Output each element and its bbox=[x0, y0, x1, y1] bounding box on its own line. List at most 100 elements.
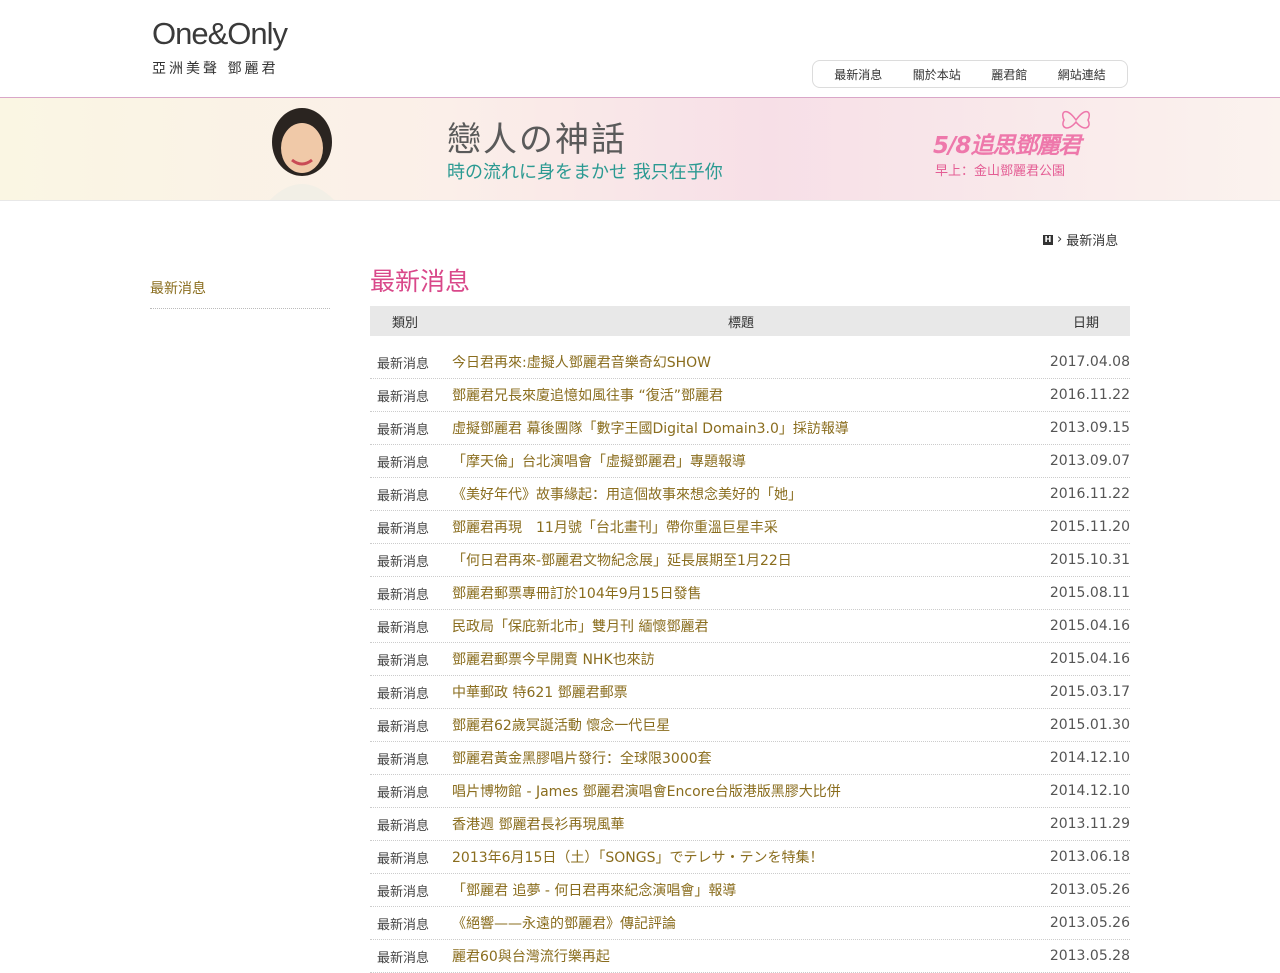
home-icon[interactable]: H bbox=[1043, 234, 1053, 245]
nav-news[interactable]: 最新消息 bbox=[834, 66, 882, 83]
table-row: 最新消息 鄧麗君再現 11月號「台北畫刊」帶你重溫巨星丰采 2015.11.20 bbox=[370, 511, 1130, 544]
row-date: 2015.03.17 bbox=[1049, 684, 1130, 700]
row-title-link[interactable]: 香港週 鄧麗君長衫再現風華 bbox=[452, 814, 1044, 834]
row-category: 最新消息 bbox=[377, 818, 430, 834]
row-date: 2014.12.10 bbox=[1049, 750, 1130, 766]
row-title-link[interactable]: 鄧麗君郵票專冊訂於104年9月15日發售 bbox=[452, 583, 1044, 603]
row-category: 最新消息 bbox=[377, 422, 430, 438]
row-category: 最新消息 bbox=[377, 389, 430, 405]
row-category: 最新消息 bbox=[377, 950, 430, 966]
row-date: 2015.11.20 bbox=[1049, 519, 1130, 535]
table-row: 最新消息 「摩天倫」台北演唱會「虛擬鄧麗君」專題報導 2013.09.07 bbox=[370, 445, 1130, 478]
nav-gallery[interactable]: 麗君館 bbox=[991, 66, 1027, 83]
row-category: 最新消息 bbox=[377, 851, 430, 867]
logo-text: One&Only bbox=[152, 16, 288, 51]
chevron-right-icon: › bbox=[1057, 232, 1063, 247]
table-row: 最新消息 香港週 鄧麗君長衫再現風華 2013.11.29 bbox=[370, 808, 1130, 841]
main-content: 最新消息 類別 標題 日期 最新消息 今日君再來:虛擬人鄧麗君音樂奇幻SHOW 20… bbox=[370, 262, 1130, 973]
nav-about[interactable]: 關於本站 bbox=[913, 66, 961, 83]
row-date: 2013.09.07 bbox=[1049, 453, 1130, 469]
row-date: 2016.11.22 bbox=[1049, 486, 1130, 502]
sidebar-item-news[interactable]: 最新消息 bbox=[150, 270, 330, 309]
row-title-link[interactable]: 鄧麗君黃金黑膠唱片發行：全球限3000套 bbox=[452, 748, 1044, 768]
header-date: 日期 bbox=[1072, 315, 1099, 331]
row-date: 2014.12.10 bbox=[1049, 783, 1130, 799]
table-row: 最新消息 鄧麗君郵票今早開賣 NHK也來訪 2015.04.16 bbox=[370, 643, 1130, 676]
row-category: 最新消息 bbox=[377, 917, 430, 933]
memorial-subtitle: 早上：金山鄧麗君公園 bbox=[935, 164, 1066, 179]
row-category: 最新消息 bbox=[377, 653, 430, 669]
row-category: 最新消息 bbox=[377, 884, 430, 900]
table-row: 最新消息 今日君再來:虛擬人鄧麗君音樂奇幻SHOW 2017.04.08 bbox=[370, 346, 1130, 379]
memorial-title: 5/8追思鄧麗君 bbox=[933, 133, 1081, 159]
header-category: 類別 bbox=[391, 315, 418, 331]
table-row: 最新消息 《絕響——永遠的鄧麗君》傳記評論 2013.05.26 bbox=[370, 907, 1130, 940]
breadcrumb-current: 最新消息 bbox=[1066, 234, 1119, 249]
row-title-link[interactable]: 「何日君再來-鄧麗君文物紀念展」延長展期至1月22日 bbox=[452, 550, 1044, 570]
table-row: 最新消息 2013年6月15日（土）「SONGS」でテレサ・テンを特集！ 2013.… bbox=[370, 841, 1130, 874]
row-category: 最新消息 bbox=[377, 785, 430, 801]
row-title-link[interactable]: 鄧麗君62歲冥誕活動 懷念一代巨星 bbox=[452, 715, 1044, 735]
row-date: 2015.08.11 bbox=[1049, 585, 1130, 601]
row-date: 2015.10.31 bbox=[1049, 552, 1130, 568]
row-date: 2013.06.18 bbox=[1049, 849, 1130, 865]
table-header: 類別 標題 日期 bbox=[370, 306, 1130, 336]
row-category: 最新消息 bbox=[377, 719, 430, 735]
row-date: 2017.04.08 bbox=[1049, 354, 1130, 370]
table-row: 最新消息 虛擬鄧麗君 幕後團隊「數字王國Digital Domain3.0」採訪報… bbox=[370, 412, 1130, 445]
sidebar: 最新消息 bbox=[150, 270, 330, 309]
row-category: 最新消息 bbox=[377, 521, 430, 537]
banner-subtitle: 時の流れに身をまかせ 我只在乎你 bbox=[447, 162, 723, 183]
header-title: 標題 bbox=[727, 315, 754, 331]
row-category: 最新消息 bbox=[377, 554, 430, 570]
row-date: 2016.11.22 bbox=[1049, 387, 1130, 403]
table-row: 最新消息 鄧麗君郵票專冊訂於104年9月15日發售 2015.08.11 bbox=[370, 577, 1130, 610]
table-row: 最新消息 《美好年代》故事緣起：用這個故事來想念美好的「她」 2016.11.22 bbox=[370, 478, 1130, 511]
row-title-link[interactable]: 中華郵政 特621 鄧麗君郵票 bbox=[452, 682, 1044, 702]
row-date: 2015.04.16 bbox=[1049, 618, 1130, 634]
row-category: 最新消息 bbox=[377, 455, 430, 471]
table-row: 最新消息 鄧麗君黃金黑膠唱片發行：全球限3000套 2014.12.10 bbox=[370, 742, 1130, 775]
row-title-link[interactable]: 2013年6月15日（土）「SONGS」でテレサ・テンを特集！ bbox=[452, 847, 1044, 867]
row-title-link[interactable]: 麗君60與台灣流行樂再起 bbox=[452, 946, 1044, 966]
hero-banner: 戀人の神話 時の流れに身をまかせ 我只在乎你 5/8追思鄧麗君 早上：金山鄧麗君… bbox=[0, 98, 1280, 201]
table-row: 最新消息 「何日君再來-鄧麗君文物紀念展」延長展期至1月22日 2015.10.31 bbox=[370, 544, 1130, 577]
table-row: 最新消息 麗君60與台灣流行樂再起 2013.05.28 bbox=[370, 940, 1130, 973]
site-header: One&Only 亞洲美聲 鄧麗君 最新消息 關於本站 麗君館 網站連結 bbox=[0, 0, 1280, 98]
row-title-link[interactable]: 民政局「保庇新北市」雙月刊 緬懷鄧麗君 bbox=[452, 616, 1044, 636]
logo-subtitle: 亞洲美聲 鄧麗君 bbox=[152, 61, 279, 77]
row-date: 2013.09.15 bbox=[1049, 420, 1130, 436]
row-title-link[interactable]: 鄧麗君兄長來廈追憶如風往事 “復活”鄧麗君 bbox=[452, 385, 1044, 405]
table-row: 最新消息 唱片博物館 - James 鄧麗君演唱會Encore台版港版黑膠大比併 2… bbox=[370, 775, 1130, 808]
row-title-link[interactable]: 今日君再來:虛擬人鄧麗君音樂奇幻SHOW bbox=[452, 352, 1044, 372]
row-category: 最新消息 bbox=[377, 620, 430, 636]
row-category: 最新消息 bbox=[377, 488, 430, 504]
row-title-link[interactable]: 鄧麗君郵票今早開賣 NHK也來訪 bbox=[452, 649, 1044, 669]
news-list: 最新消息 今日君再來:虛擬人鄧麗君音樂奇幻SHOW 2017.04.08 最新消息 鄧麗… bbox=[370, 346, 1130, 973]
row-date: 2013.05.28 bbox=[1049, 948, 1130, 964]
banner-title: 戀人の神話 bbox=[447, 120, 627, 160]
table-row: 最新消息 「鄧麗君 追夢 - 何日君再來紀念演唱會」報導 2013.05.26 bbox=[370, 874, 1130, 907]
row-category: 最新消息 bbox=[377, 686, 430, 702]
page-title: 最新消息 bbox=[370, 267, 471, 296]
top-nav: 最新消息 關於本站 麗君館 網站連結 bbox=[812, 60, 1128, 88]
row-category: 最新消息 bbox=[377, 752, 430, 768]
row-date: 2013.11.29 bbox=[1049, 816, 1130, 832]
nav-links[interactable]: 網站連結 bbox=[1058, 66, 1106, 83]
row-date: 2015.04.16 bbox=[1049, 651, 1130, 667]
row-title-link[interactable]: 《絕響——永遠的鄧麗君》傳記評論 bbox=[452, 913, 1044, 933]
row-date: 2013.05.26 bbox=[1049, 882, 1130, 898]
row-date: 2015.01.30 bbox=[1049, 717, 1130, 733]
table-row: 最新消息 鄧麗君兄長來廈追憶如風往事 “復活”鄧麗君 2016.11.22 bbox=[370, 379, 1130, 412]
row-title-link[interactable]: 唱片博物館 - James 鄧麗君演唱會Encore台版港版黑膠大比併 bbox=[452, 781, 1044, 801]
table-row: 最新消息 民政局「保庇新北市」雙月刊 緬懷鄧麗君 2015.04.16 bbox=[370, 610, 1130, 643]
row-title-link[interactable]: 「鄧麗君 追夢 - 何日君再來紀念演唱會」報導 bbox=[452, 880, 1044, 900]
row-title-link[interactable]: 「摩天倫」台北演唱會「虛擬鄧麗君」專題報導 bbox=[452, 451, 1044, 471]
row-title-link[interactable]: 虛擬鄧麗君 幕後團隊「數字王國Digital Domain3.0」採訪報導 bbox=[452, 418, 1044, 438]
table-row: 最新消息 鄧麗君62歲冥誕活動 懷念一代巨星 2015.01.30 bbox=[370, 709, 1130, 742]
row-category: 最新消息 bbox=[377, 587, 430, 603]
row-title-link[interactable]: 《美好年代》故事緣起：用這個故事來想念美好的「她」 bbox=[452, 484, 1044, 504]
breadcrumb: H › 最新消息 bbox=[1043, 230, 1118, 249]
site-logo[interactable]: One&Only 亞洲美聲 鄧麗君 bbox=[152, 16, 288, 78]
row-title-link[interactable]: 鄧麗君再現 11月號「台北畫刊」帶你重溫巨星丰采 bbox=[452, 517, 1044, 537]
